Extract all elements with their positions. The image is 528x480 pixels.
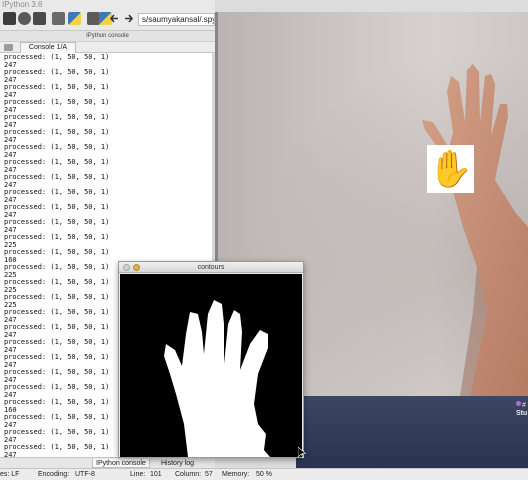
status-memory-label: Memory: (222, 471, 250, 478)
status-bar: es: LF Encoding: UTF-8 Line: 101 Column:… (0, 468, 528, 480)
tab-console-1a[interactable]: Console 1/A (20, 42, 76, 53)
window-title: IPython 3.6 (2, 0, 43, 9)
console-line: processed: (1, 50, 50, 1) (4, 53, 110, 61)
close-window-icon[interactable] (123, 264, 130, 271)
back-arrow-icon[interactable] (108, 12, 121, 25)
desktop-background: # Stu (296, 396, 528, 468)
tab-ipython-console[interactable]: IPython console (92, 459, 150, 468)
hand-contour-mask (164, 300, 270, 457)
contours-titlebar[interactable]: contours (119, 262, 303, 273)
stop-icon[interactable] (3, 12, 16, 25)
contours-title: contours (197, 264, 225, 271)
screen: IPython 3.6 s/saumyakansal/.spyder IPyth… (0, 0, 528, 480)
settings-icon[interactable] (52, 12, 65, 25)
console-line: processed: (1, 50, 50, 1) (4, 158, 110, 166)
forward-arrow-icon[interactable] (122, 12, 135, 25)
contours-window[interactable]: contours (118, 261, 304, 458)
status-column-label: Column: (175, 471, 202, 478)
console-line: processed: (1, 50, 50, 1) (4, 98, 110, 106)
python-icon[interactable] (68, 12, 81, 25)
tab-history-log[interactable]: History log (158, 459, 197, 468)
console-line: processed: (1, 50, 50, 1) (4, 113, 110, 121)
grid-icon[interactable] (33, 12, 46, 25)
status-memory-value: 50 % (256, 471, 272, 478)
console-line: processed: (1, 50, 50, 1) (4, 188, 110, 196)
status-encoding-label: Encoding: (38, 471, 70, 478)
noise-dot (498, 292, 500, 294)
console-line: processed: (1, 50, 50, 1) (4, 173, 110, 181)
status-column-value: 57 (205, 471, 213, 478)
minimize-window-icon[interactable] (133, 264, 140, 271)
desktop-label-2: Stu (516, 410, 528, 417)
console-options-icon[interactable] (4, 44, 13, 51)
working-directory-field[interactable]: s/saumyakansal/.spyder (138, 13, 215, 26)
console-line: processed: (1, 50, 50, 1) (4, 218, 110, 226)
console-tab-bar: Console 1/A (0, 42, 215, 53)
console-line: processed: (1, 50, 50, 1) (4, 128, 110, 136)
status-encoding-value: UTF-8 (75, 471, 95, 478)
bottom-tab-bar: IPython console History log (0, 457, 215, 468)
contours-canvas (120, 274, 302, 457)
raised-hand-emoji-icon: ✋ (428, 148, 473, 189)
console-line: processed: (1, 50, 50, 1) (4, 233, 110, 241)
console-pane-title: IPython console (0, 31, 215, 42)
desktop-label: # (522, 402, 526, 409)
status-line-value: 101 (150, 471, 162, 478)
console-line: processed: (1, 50, 50, 1) (4, 68, 110, 76)
console-line: processed: (1, 50, 50, 1) (4, 83, 110, 91)
mouse-cursor-icon (298, 447, 306, 459)
desktop-badge-icon (516, 401, 521, 406)
spyder-toolbar: IPython 3.6 s/saumyakansal/.spyder (0, 0, 215, 31)
console-line: processed: (1, 50, 50, 1) (4, 203, 110, 211)
info-icon[interactable] (18, 12, 31, 25)
status-line-label: Line: (130, 471, 146, 478)
console-line: processed: (1, 50, 50, 1) (4, 143, 110, 151)
console-line: processed: (1, 50, 50, 1) (4, 248, 110, 256)
status-eol: es: LF (0, 471, 20, 478)
predicted-gesture-box: ✋ (427, 145, 474, 193)
